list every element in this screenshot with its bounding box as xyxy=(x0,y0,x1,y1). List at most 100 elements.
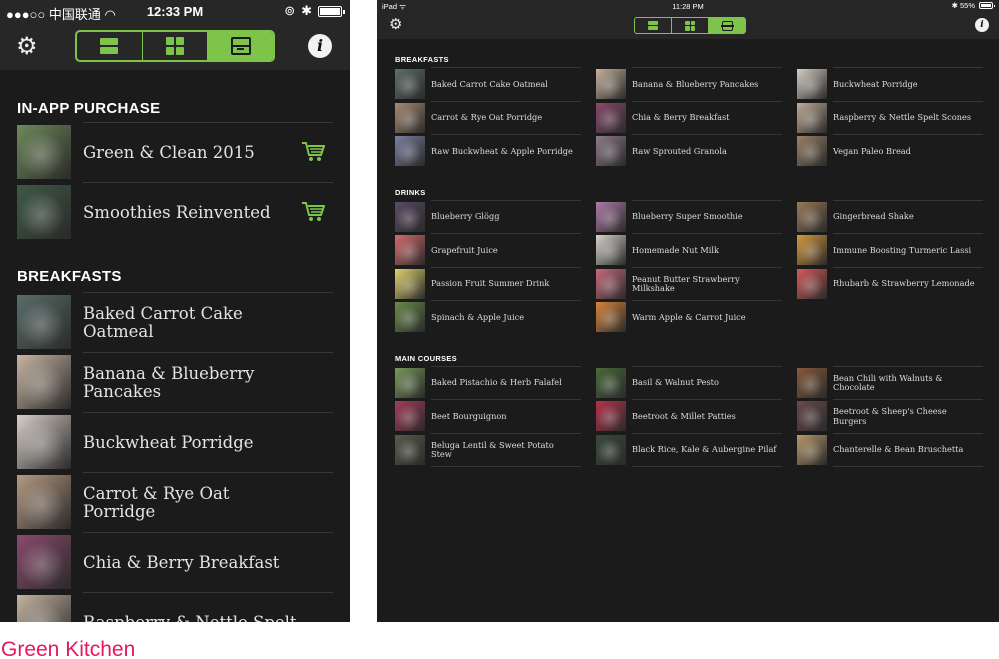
row-divider xyxy=(833,466,983,467)
recipe-cell[interactable]: Buckwheat Porridge xyxy=(797,67,983,100)
row-divider xyxy=(632,365,782,367)
recipe-cell[interactable]: Baked Pistachio & Herb Falafel xyxy=(395,365,581,399)
row-divider xyxy=(833,432,983,434)
recipe-cell[interactable]: Bean Chili with Walnuts & Chocolate xyxy=(797,365,983,399)
battery-icon xyxy=(318,5,345,17)
recipe-cell[interactable]: Immune Boosting Turmeric Lassi xyxy=(797,233,983,266)
recipe-cell[interactable]: Banana & Blueberry Pancakes xyxy=(596,67,782,100)
recipe-cell[interactable]: Baked Carrot Cake Oatmeal xyxy=(395,67,581,100)
recipe-thumbnail xyxy=(395,401,425,431)
recipe-title: Beetroot & Sheep's Cheese Burgers xyxy=(833,406,947,426)
recipe-thumbnail xyxy=(596,302,626,332)
recipe-thumbnail xyxy=(17,415,71,469)
recipe-row[interactable]: Raspberry & Nettle Spelt xyxy=(17,592,333,622)
recipe-row[interactable]: Smoothies Reinvented xyxy=(17,182,333,241)
recipe-thumbnail xyxy=(596,201,626,232)
recipe-title: Smoothies Reinvented xyxy=(83,203,271,222)
recipe-title: Baked Carrot Cake Oatmeal xyxy=(431,78,548,89)
recipe-cell[interactable]: Raspberry & Nettle Spelt Scones xyxy=(797,100,983,134)
recipe-cell[interactable]: Raw Buckwheat & Apple Porridge xyxy=(395,134,581,167)
recipe-title: Grapefruit Juice xyxy=(431,244,498,255)
row-divider xyxy=(632,399,782,400)
recipe-title: Spinach & Apple Juice xyxy=(431,311,525,322)
cart-icon[interactable] xyxy=(301,201,326,223)
recipe-cell[interactable]: Beetroot & Sheep's Cheese Burgers xyxy=(797,399,983,432)
recipe-thumbnail xyxy=(797,401,827,431)
recipe-thumbnail xyxy=(395,102,425,133)
recipe-title: Basil & Walnut Pesto xyxy=(632,377,719,388)
grid-view-icon xyxy=(166,37,184,55)
recipe-cell[interactable]: Chanterelle & Bean Bruschetta xyxy=(797,432,983,466)
recipe-cell[interactable]: Spinach & Apple Juice xyxy=(395,300,581,333)
tablet-screen: iPad ᯤ 11:28 PM ✱ 55% ⚙ i BREAKFASTS Bake… xyxy=(377,0,999,622)
recipe-cell[interactable]: Gingerbread Shake xyxy=(797,199,983,233)
row-divider xyxy=(632,233,782,234)
tray-view-icon xyxy=(720,20,734,31)
cart-icon[interactable] xyxy=(301,141,326,163)
recipe-thumbnail xyxy=(797,136,827,166)
recipe-title: Peanut Butter Strawberry Milkshake xyxy=(632,273,740,293)
recipe-cell[interactable]: Raw Sprouted Granola xyxy=(596,134,782,167)
row-divider xyxy=(83,352,333,353)
recipe-cell[interactable]: Homemade Nut Milk xyxy=(596,233,782,266)
recipe-cell[interactable]: Black Rice, Kale & Aubergine Pilaf xyxy=(596,432,782,466)
recipe-row[interactable]: Carrot & Rye Oat Porridge xyxy=(17,472,333,531)
list-view-button[interactable] xyxy=(635,18,672,33)
recipe-cell[interactable]: Basil & Walnut Pesto xyxy=(596,365,782,399)
list-view-icon xyxy=(100,38,119,54)
recipe-cell[interactable]: Vegan Paleo Bread xyxy=(797,134,983,167)
row-divider xyxy=(431,199,581,201)
info-icon[interactable]: i xyxy=(308,34,332,58)
recipe-thumbnail xyxy=(596,136,626,166)
recipe-thumbnail xyxy=(596,69,626,99)
recipe-thumbnail xyxy=(17,595,71,622)
tray-view-button[interactable] xyxy=(709,18,745,33)
recipe-cell[interactable]: Beet Bourguignon xyxy=(395,399,581,432)
recipe-row[interactable]: Chia & Berry Breakfast xyxy=(17,532,333,591)
recipe-cell[interactable]: Grapefruit Juice xyxy=(395,233,581,266)
tablet-status-time: 11:28 PM xyxy=(672,2,704,11)
recipe-title: Carrot & Rye Oat Porridge xyxy=(431,112,543,123)
recipe-cell[interactable]: Beluga Lentil & Sweet Potato Stew xyxy=(395,432,581,466)
recipe-cell[interactable]: Warm Apple & Carrot Juice xyxy=(596,300,782,333)
row-divider xyxy=(83,292,333,293)
list-view-button[interactable] xyxy=(77,32,143,60)
recipe-row[interactable]: Banana & Blueberry Pancakes xyxy=(17,352,333,411)
tray-view-button[interactable] xyxy=(208,32,273,60)
row-divider xyxy=(632,199,782,201)
recipe-thumbnail xyxy=(797,201,827,232)
recipe-cell[interactable]: Passion Fruit Summer Drink xyxy=(395,266,581,300)
row-divider xyxy=(431,134,581,135)
row-divider xyxy=(632,300,782,301)
recipe-row[interactable]: Baked Carrot Cake Oatmeal xyxy=(17,292,333,351)
info-icon[interactable]: i xyxy=(975,18,989,32)
recipe-thumbnail xyxy=(395,235,425,265)
recipe-row[interactable]: Green & Clean 2015 xyxy=(17,122,333,181)
phone-screen: ●●●○○ 中国联通 ◠ 12:33 PM ⊚ ✱ ⚙ i IN-APP PURC… xyxy=(0,0,350,622)
recipe-cell[interactable]: Peanut Butter Strawberry Milkshake xyxy=(596,266,782,300)
grid-view-button[interactable] xyxy=(143,32,209,60)
recipe-title: Passion Fruit Summer Drink xyxy=(431,278,550,289)
recipe-thumbnail xyxy=(596,268,626,299)
recipe-cell[interactable]: Chia & Berry Breakfast xyxy=(596,100,782,134)
row-divider xyxy=(632,266,782,268)
gear-icon[interactable]: ⚙ xyxy=(389,17,402,32)
row-divider xyxy=(833,365,983,367)
recipe-row[interactable]: Buckwheat Porridge xyxy=(17,412,333,471)
recipe-cell[interactable]: Blueberry Super Smoothie xyxy=(596,199,782,233)
grid-view-button[interactable] xyxy=(672,18,709,33)
status-bar: ●●●○○ 中国联通 ◠ 12:33 PM ⊚ ✱ xyxy=(0,0,350,24)
row-divider xyxy=(431,365,581,367)
recipe-thumbnail xyxy=(395,302,425,332)
battery-percent: ✱ 55% xyxy=(951,1,975,10)
recipe-thumbnail xyxy=(596,401,626,431)
recipe-cell[interactable]: Carrot & Rye Oat Porridge xyxy=(395,100,581,134)
recipe-title: Chanterelle & Bean Bruschetta xyxy=(833,444,964,455)
recipe-thumbnail xyxy=(395,268,425,299)
row-divider xyxy=(431,233,581,234)
gear-icon[interactable]: ⚙ xyxy=(16,34,38,58)
recipe-cell[interactable]: Beetroot & Millet Patties xyxy=(596,399,782,432)
status-right: ⊚ ✱ xyxy=(284,3,345,19)
recipe-cell[interactable]: Rhubarb & Strawberry Lemonade xyxy=(797,266,983,300)
recipe-cell[interactable]: Blueberry Glögg xyxy=(395,199,581,233)
